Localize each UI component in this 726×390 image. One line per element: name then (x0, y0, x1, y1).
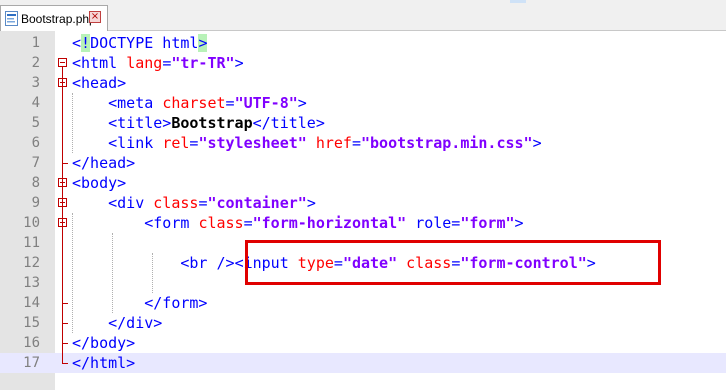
code-text: </div> (108, 314, 163, 332)
line-number: 12 (23, 255, 40, 271)
code-text: <!DOCTYPE html> (72, 34, 208, 52)
code-line[interactable]: 17 </html> (0, 353, 726, 373)
php-file-icon (5, 11, 18, 26)
highlight-annotation-box (245, 240, 661, 285)
code-text: <body> (72, 174, 127, 192)
code-line[interactable]: 3 <head> (0, 73, 726, 93)
fold-line (62, 67, 63, 363)
fold-end-marker (62, 323, 68, 324)
fold-end-marker (62, 363, 68, 364)
line-number: 17 (23, 355, 40, 371)
toolbar-edge (510, 0, 526, 3)
code-line[interactable]: 7 </head> (0, 153, 726, 173)
indent-guide (152, 253, 153, 293)
code-text: <head> (72, 74, 127, 92)
tab-bar: Bootstrap.php × (0, 0, 726, 31)
code-line[interactable]: 10 <form class="form-horizontal" role="f… (0, 213, 726, 233)
code-text: <html lang="tr-TR"> (72, 54, 244, 72)
tab-label: Bootstrap.php (21, 11, 96, 26)
close-icon[interactable]: × (89, 11, 101, 23)
indent-guide (72, 213, 73, 333)
code-line[interactable]: 15 </div> (0, 313, 726, 333)
fold-toggle-icon[interactable] (58, 58, 67, 67)
line-number: 14 (23, 295, 40, 311)
line-number: 8 (31, 175, 40, 191)
fold-end-marker (62, 343, 68, 344)
code-line[interactable]: 2 <html lang="tr-TR"> (0, 53, 726, 73)
code-text: <link rel="stylesheet" href="bootstrap.m… (108, 134, 542, 152)
code-line[interactable]: 1 <!DOCTYPE html> (0, 33, 726, 53)
line-number: 9 (31, 195, 40, 211)
code-text: <meta charset="UTF-8"> (108, 94, 307, 112)
line-number: 5 (31, 115, 40, 131)
code-line[interactable]: 4 <meta charset="UTF-8"> (0, 93, 726, 113)
code-line[interactable]: 9 <div class="container"> (0, 193, 726, 213)
code-text: <div class="container"> (108, 194, 316, 212)
fold-end-marker (62, 163, 68, 164)
code-line[interactable]: 14 </form> (0, 293, 726, 313)
line-number: 10 (23, 215, 40, 231)
line-number: 13 (23, 275, 40, 291)
code-line[interactable]: 6 <link rel="stylesheet" href="bootstrap… (0, 133, 726, 153)
line-number: 7 (31, 155, 40, 171)
code-text: <form class="form-horizontal" role="form… (144, 214, 524, 232)
line-number: 15 (23, 315, 40, 331)
code-line[interactable]: 8 <body> (0, 173, 726, 193)
indent-guide (72, 93, 73, 153)
code-editor[interactable]: 1 <!DOCTYPE html> 2 <html lang="tr-TR"> 3 <he… (0, 31, 726, 390)
line-number: 4 (31, 95, 40, 111)
line-number: 16 (23, 335, 40, 351)
code-text: </body> (72, 334, 136, 352)
indent-guide (112, 233, 113, 313)
fold-end-marker (62, 303, 68, 304)
line-number: 6 (31, 135, 40, 151)
code-line[interactable]: 5 <title>Bootstrap</title> (0, 113, 726, 133)
line-number: 1 (31, 35, 40, 51)
code-text: <title>Bootstrap</title> (108, 114, 325, 132)
tab-bootstrap-php[interactable]: Bootstrap.php × (0, 5, 108, 31)
code-text: </html> (72, 354, 136, 372)
line-number: 3 (31, 75, 40, 91)
line-number: 11 (23, 235, 40, 251)
code-line[interactable]: 16 </body> (0, 333, 726, 353)
code-text: </form> (144, 294, 208, 312)
line-number: 2 (31, 55, 40, 71)
code-text: </head> (72, 154, 136, 172)
